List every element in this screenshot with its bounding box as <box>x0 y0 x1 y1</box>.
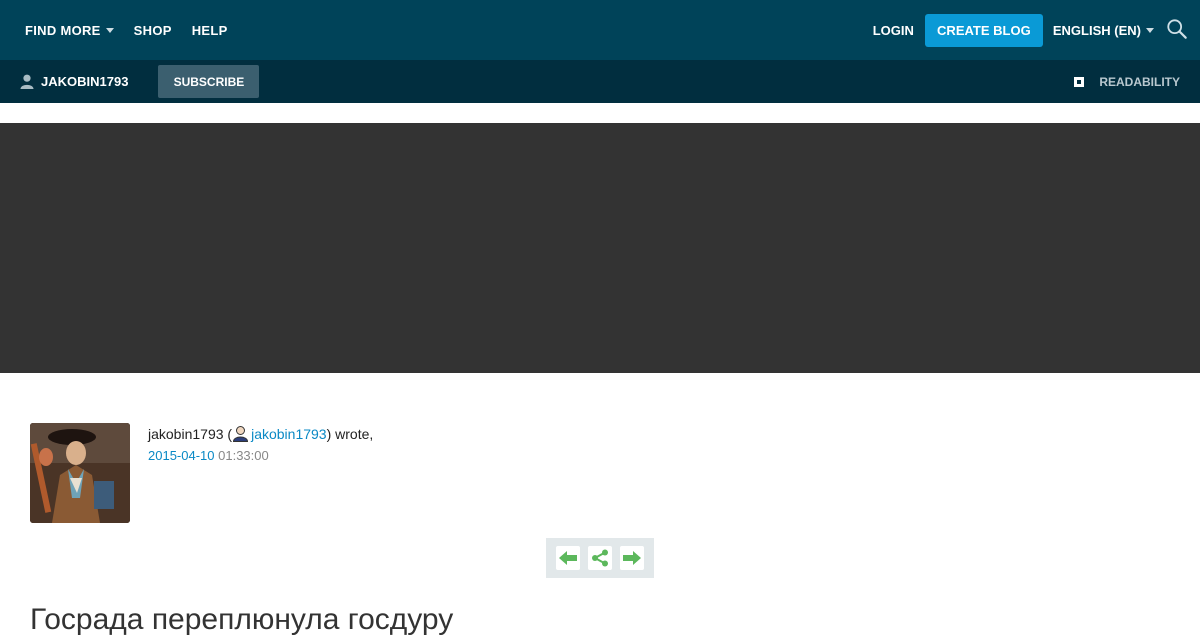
avatar[interactable] <box>30 423 130 523</box>
journal-username: JAKOBIN1793 <box>41 74 129 89</box>
share-entry-button[interactable] <box>588 546 612 570</box>
subscribe-button[interactable]: SUBSCRIBE <box>158 65 260 98</box>
author-line: jakobin1793 ( jakobin1793 ) wrote, <box>148 425 373 442</box>
post-time: 01:33:00 <box>218 448 269 463</box>
journal-user-link[interactable]: JAKOBIN1793 <box>0 74 128 89</box>
language-label: ENGLISH (EN) <box>1052 22 1141 38</box>
wrote-suffix: ) wrote, <box>326 425 374 442</box>
create-blog-button[interactable]: CREATE BLOG <box>924 13 1043 47</box>
arrow-left-icon <box>559 551 577 565</box>
next-entry-button[interactable] <box>620 546 644 570</box>
arrow-right-icon <box>623 551 641 565</box>
nav-shop-label: SHOP <box>133 22 172 38</box>
language-selector[interactable]: ENGLISH (EN) <box>1053 23 1154 38</box>
nav-right: LOGIN CREATE BLOG ENGLISH (EN) <box>873 13 1200 47</box>
nav-help-label: HELP <box>191 22 228 38</box>
post-header: jakobin1793 ( jakobin1793 ) wrote, 2015-… <box>30 423 373 523</box>
search-icon[interactable] <box>1166 18 1188 40</box>
login-link[interactable]: LOGIN <box>873 23 914 38</box>
journal-subbar: JAKOBIN1793 SUBSCRIBE READABILITY <box>0 60 1200 103</box>
author-profile-link[interactable]: jakobin1793 <box>232 425 327 442</box>
nav-find-more-label: FIND MORE <box>25 22 101 38</box>
previous-entry-button[interactable] <box>556 546 580 570</box>
nav-help[interactable]: HELP <box>192 23 228 38</box>
share-icon <box>592 549 608 567</box>
open-paren: ( <box>223 425 233 442</box>
top-navigation-bar: FIND MORE SHOP HELP LOGIN CREATE BLOG EN… <box>0 0 1200 60</box>
readability-checkbox-icon[interactable] <box>1074 76 1085 87</box>
user-head-icon <box>233 426 249 442</box>
user-icon <box>20 74 34 89</box>
post-title: Госрада переплюнула госдуру <box>30 603 454 636</box>
author-link-label: jakobin1793 <box>251 425 327 442</box>
chevron-down-icon <box>105 28 114 33</box>
entry-navigation-controls <box>546 538 654 578</box>
post-date-link[interactable]: 2015-04-10 <box>148 448 215 463</box>
readability-toggle[interactable]: READABILITY <box>1074 75 1180 89</box>
ad-banner <box>0 123 1200 373</box>
date-line: 2015-04-10 01:33:00 <box>148 448 373 463</box>
nav-shop[interactable]: SHOP <box>134 23 172 38</box>
chevron-down-icon <box>1146 28 1154 33</box>
nav-find-more[interactable]: FIND MORE <box>25 23 114 38</box>
post-meta: jakobin1793 ( jakobin1793 ) wrote, 2015-… <box>148 425 373 523</box>
nav-left: FIND MORE SHOP HELP <box>0 23 248 38</box>
readability-label: READABILITY <box>1099 74 1180 89</box>
author-name: jakobin1793 <box>148 425 224 442</box>
avatar-portrait-image <box>30 423 130 523</box>
